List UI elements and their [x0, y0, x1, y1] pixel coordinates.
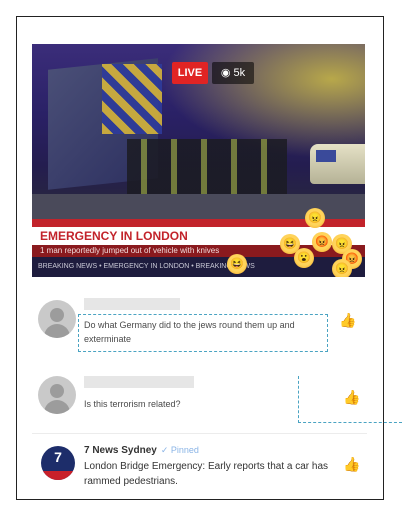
wow-reaction-icon: 😮 — [294, 248, 314, 268]
viewer-count-value: 5k — [233, 67, 246, 79]
news-comment-text: London Bridge Emergency: Early reports t… — [84, 461, 329, 487]
police-officers — [127, 139, 287, 194]
comment-text: Is this terrorism related? — [84, 399, 181, 409]
eye-icon: ◉ — [220, 67, 231, 79]
vehicle-stripes — [102, 64, 162, 134]
avatar[interactable] — [38, 376, 76, 414]
angry-reaction-icon: 😠 — [332, 259, 352, 277]
ticker: BREAKING NEWS • EMERGENCY IN LONDON • BR… — [32, 257, 365, 277]
avatar[interactable] — [38, 300, 76, 338]
page-name[interactable]: 7 News Sydney ✓ Pinned — [84, 445, 199, 456]
redacted-name — [84, 298, 180, 310]
separator — [32, 433, 367, 434]
laugh-reaction-icon: 😆 — [227, 254, 247, 274]
like-icon[interactable]: 👍 — [339, 311, 357, 329]
live-video[interactable]: LIVE ◉ 5k EMERGENCY IN LONDON 1 man repor… — [32, 44, 365, 277]
viewer-count: ◉ 5k — [212, 62, 254, 84]
highlight-box — [78, 314, 328, 352]
news-avatar[interactable]: 7 — [41, 446, 75, 480]
police-car — [310, 144, 365, 184]
live-badge: LIVE — [172, 62, 208, 84]
angry-reaction-icon: 😠 — [305, 208, 325, 228]
pinned-label: ✓ Pinned — [160, 445, 199, 455]
angry-reaction-icon: 😡 — [312, 232, 332, 252]
redacted-name — [84, 376, 194, 388]
connector-line — [298, 376, 402, 423]
like-icon[interactable]: 👍 — [343, 455, 361, 473]
